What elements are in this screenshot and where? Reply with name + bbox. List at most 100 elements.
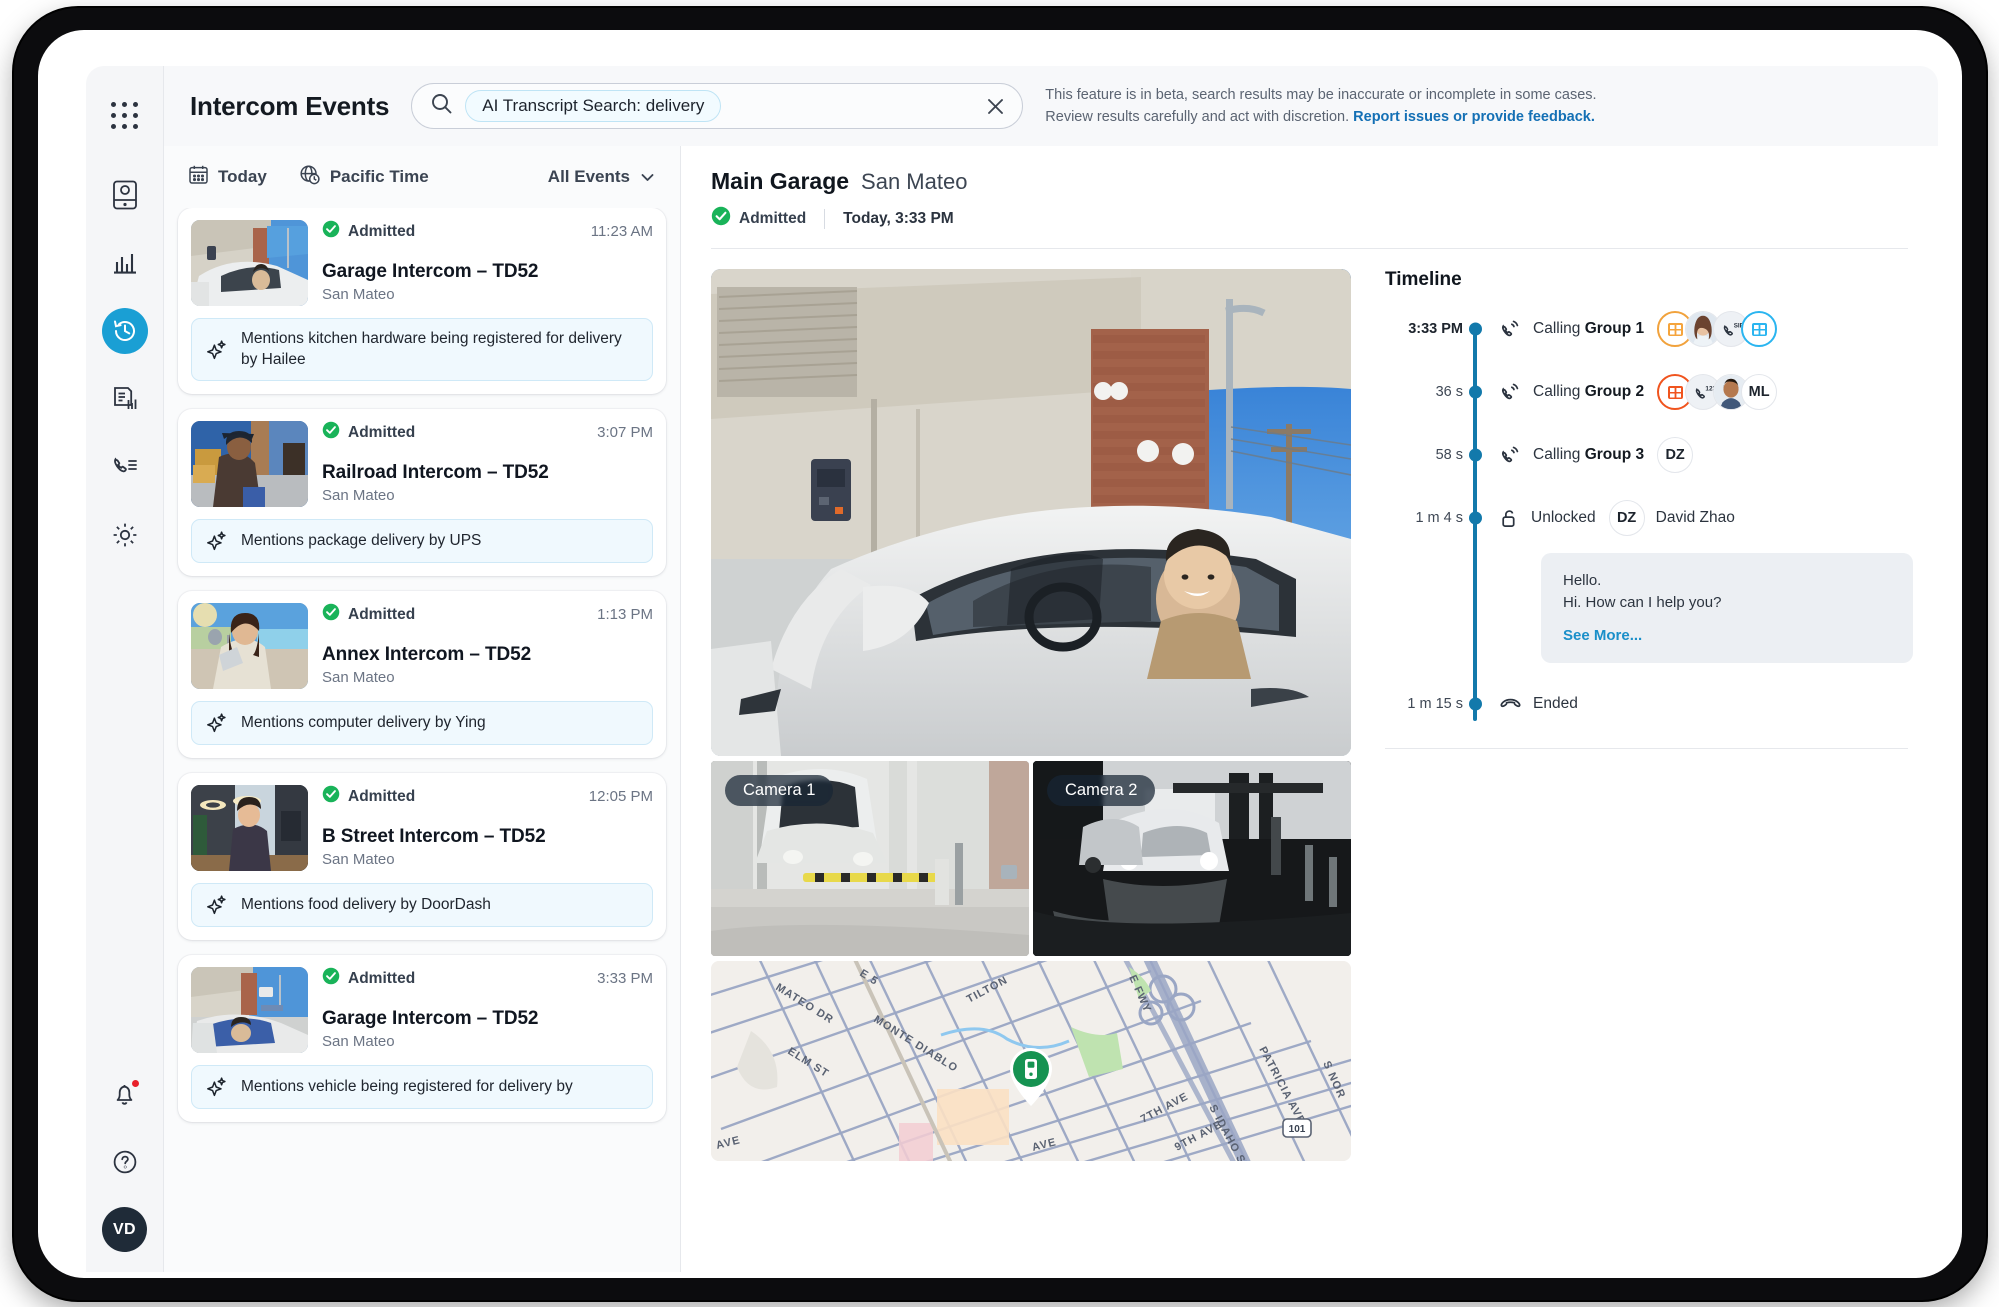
event-thumbnail[interactable] xyxy=(191,220,308,306)
calendar-icon xyxy=(188,164,209,190)
status-badge: Admitted xyxy=(322,421,415,444)
event-card-meta: Admitted 3:33 PM Garage Intercom – TD52 … xyxy=(322,967,653,1053)
status-badge: Admitted xyxy=(711,206,806,231)
bar-chart-icon[interactable] xyxy=(102,240,148,286)
event-time: 3:33 PM xyxy=(597,970,653,987)
event-card[interactable]: Admitted 3:07 PM Railroad Intercom – TD5… xyxy=(178,409,666,576)
status-label: Admitted xyxy=(348,424,415,442)
bell-icon[interactable] xyxy=(102,1071,148,1117)
search-input[interactable]: AI Transcript Search: delivery xyxy=(411,83,1023,129)
filter-bar: Today Pacific xyxy=(164,146,680,208)
timeline-avatar[interactable]: DZ xyxy=(1657,437,1693,473)
timeline-label-strong: Group 2 xyxy=(1585,383,1644,400)
divider xyxy=(1385,748,1908,749)
timeline-label-prefix: Calling xyxy=(1533,320,1585,337)
filter-timezone[interactable]: Pacific Time xyxy=(299,164,429,191)
timeline-avatar[interactable] xyxy=(1741,311,1777,347)
check-circle-icon xyxy=(322,967,340,990)
transcript-panel: Hello. Hi. How can I help you? See More.… xyxy=(1541,553,1913,663)
ai-summary-text: Mentions vehicle being registered for de… xyxy=(241,1077,573,1098)
beta-line-2: Review results carefully and act with di… xyxy=(1045,109,1353,125)
timeline-label-strong: Group 3 xyxy=(1585,446,1644,463)
timeline-column: Timeline 3:33 PM Calling Group 1 SIP 36 … xyxy=(1381,269,1908,1161)
avatar-stack: SIP xyxy=(1657,311,1777,347)
event-name: Annex Intercom – TD52 xyxy=(322,644,653,666)
status-badge: Admitted xyxy=(322,785,415,808)
status-label: Admitted xyxy=(348,970,415,988)
globe-clock-icon xyxy=(299,164,321,191)
event-name: Garage Intercom – TD52 xyxy=(322,261,653,283)
hero-snapshot[interactable] xyxy=(711,269,1351,756)
ai-summary: Mentions package delivery by UPS xyxy=(191,519,653,563)
timeline-row: 1 m 15 s Ended xyxy=(1385,687,1908,721)
ai-summary-text: Mentions food delivery by DoorDash xyxy=(241,895,491,916)
event-thumbnail[interactable] xyxy=(191,967,308,1053)
transcript-line-2: Hi. How can I help you? xyxy=(1563,592,1891,614)
timeline-label-prefix: Unlocked xyxy=(1531,509,1596,526)
event-thumbnail[interactable] xyxy=(191,603,308,689)
timeline-label-prefix: Calling xyxy=(1533,446,1585,463)
camera-view[interactable]: Camera 1 xyxy=(711,761,1029,956)
event-thumbnail[interactable] xyxy=(191,785,308,871)
check-circle-icon xyxy=(711,206,731,231)
feedback-link[interactable]: Report issues or provide feedback. xyxy=(1353,109,1595,125)
check-circle-icon xyxy=(322,785,340,808)
history-clock-icon[interactable] xyxy=(102,308,148,354)
timeline-avatar[interactable]: ML xyxy=(1741,374,1777,410)
avatar[interactable]: VD xyxy=(102,1207,147,1252)
timeline: 3:33 PM Calling Group 1 SIP 36 s Calling… xyxy=(1385,311,1908,721)
status-label: Admitted xyxy=(348,788,415,806)
left-nav-rail: VD xyxy=(86,66,164,1272)
timeline-avatar[interactable]: DZ xyxy=(1609,500,1645,536)
location-map[interactable]: MATEO DR ELM ST MONTE DIABLO E 5 TILTON … xyxy=(711,961,1351,1161)
timeline-dot xyxy=(1469,512,1482,525)
divider xyxy=(824,209,825,229)
transcript-line-1: Hello. xyxy=(1563,570,1891,592)
event-card[interactable]: Admitted 3:33 PM Garage Intercom – TD52 … xyxy=(178,955,666,1122)
intercom-pin-icon[interactable] xyxy=(1005,1046,1057,1108)
status-badge: Admitted xyxy=(322,603,415,626)
event-status-row: Admitted 12:05 PM xyxy=(322,785,653,808)
event-card[interactable]: Admitted 11:23 AM Garage Intercom – TD52… xyxy=(178,208,666,394)
timeline-dot xyxy=(1469,323,1482,336)
call-ringing-icon xyxy=(1499,381,1522,404)
media-column: Camera 1 Camera 2 xyxy=(711,269,1351,1161)
close-icon[interactable] xyxy=(985,96,1006,117)
event-card-meta: Admitted 12:05 PM B Street Intercom – TD… xyxy=(322,785,653,871)
camera-label: Camera 1 xyxy=(725,775,833,806)
sparkle-icon xyxy=(206,712,228,734)
event-thumbnail[interactable] xyxy=(191,421,308,507)
search-icon xyxy=(430,92,453,120)
svg-text:101: 101 xyxy=(1289,1124,1306,1135)
intercom-device-icon[interactable] xyxy=(102,172,148,218)
avatar-initials: VD xyxy=(113,1221,136,1239)
search-chip[interactable]: AI Transcript Search: delivery xyxy=(465,90,721,122)
report-document-icon[interactable] xyxy=(102,376,148,422)
timeline-label: Calling Group 3 xyxy=(1533,446,1644,464)
timeline-content: Calling Group 2 123ML xyxy=(1499,374,1777,410)
help-circle-icon[interactable] xyxy=(102,1139,148,1185)
event-card-top: Admitted 12:05 PM B Street Intercom – TD… xyxy=(191,785,653,871)
filter-date[interactable]: Today xyxy=(188,164,267,190)
event-card-top: Admitted 3:07 PM Railroad Intercom – TD5… xyxy=(191,421,653,507)
avatar-stack: 123ML xyxy=(1657,374,1777,410)
camera-thumbnails: Camera 1 Camera 2 xyxy=(711,761,1351,956)
event-status-row: Admitted 11:23 AM xyxy=(322,220,653,243)
gear-icon[interactable] xyxy=(102,512,148,558)
filter-event-type[interactable]: All Events xyxy=(548,167,656,187)
timeline-content: Ended xyxy=(1499,692,1578,715)
detail-title: Main Garage xyxy=(711,168,849,195)
check-circle-icon xyxy=(322,421,340,444)
event-card[interactable]: Admitted 12:05 PM B Street Intercom – TD… xyxy=(178,773,666,940)
detail-subtitle: San Mateo xyxy=(861,169,967,195)
app-window: VD Intercom Events AI Transcript Search:… xyxy=(86,66,1938,1272)
event-card-top: Admitted 3:33 PM Garage Intercom – TD52 … xyxy=(191,967,653,1053)
call-list-icon[interactable] xyxy=(102,444,148,490)
see-more-link[interactable]: See More... xyxy=(1563,627,1891,644)
camera-view[interactable]: Camera 2 xyxy=(1033,761,1351,956)
event-card[interactable]: Admitted 1:13 PM Annex Intercom – TD52 S… xyxy=(178,591,666,758)
events-list[interactable]: Admitted 11:23 AM Garage Intercom – TD52… xyxy=(164,208,680,1272)
content-row: Today Pacific xyxy=(164,146,1938,1272)
status-label: Admitted xyxy=(348,223,415,241)
apps-grid-icon[interactable] xyxy=(102,92,148,138)
